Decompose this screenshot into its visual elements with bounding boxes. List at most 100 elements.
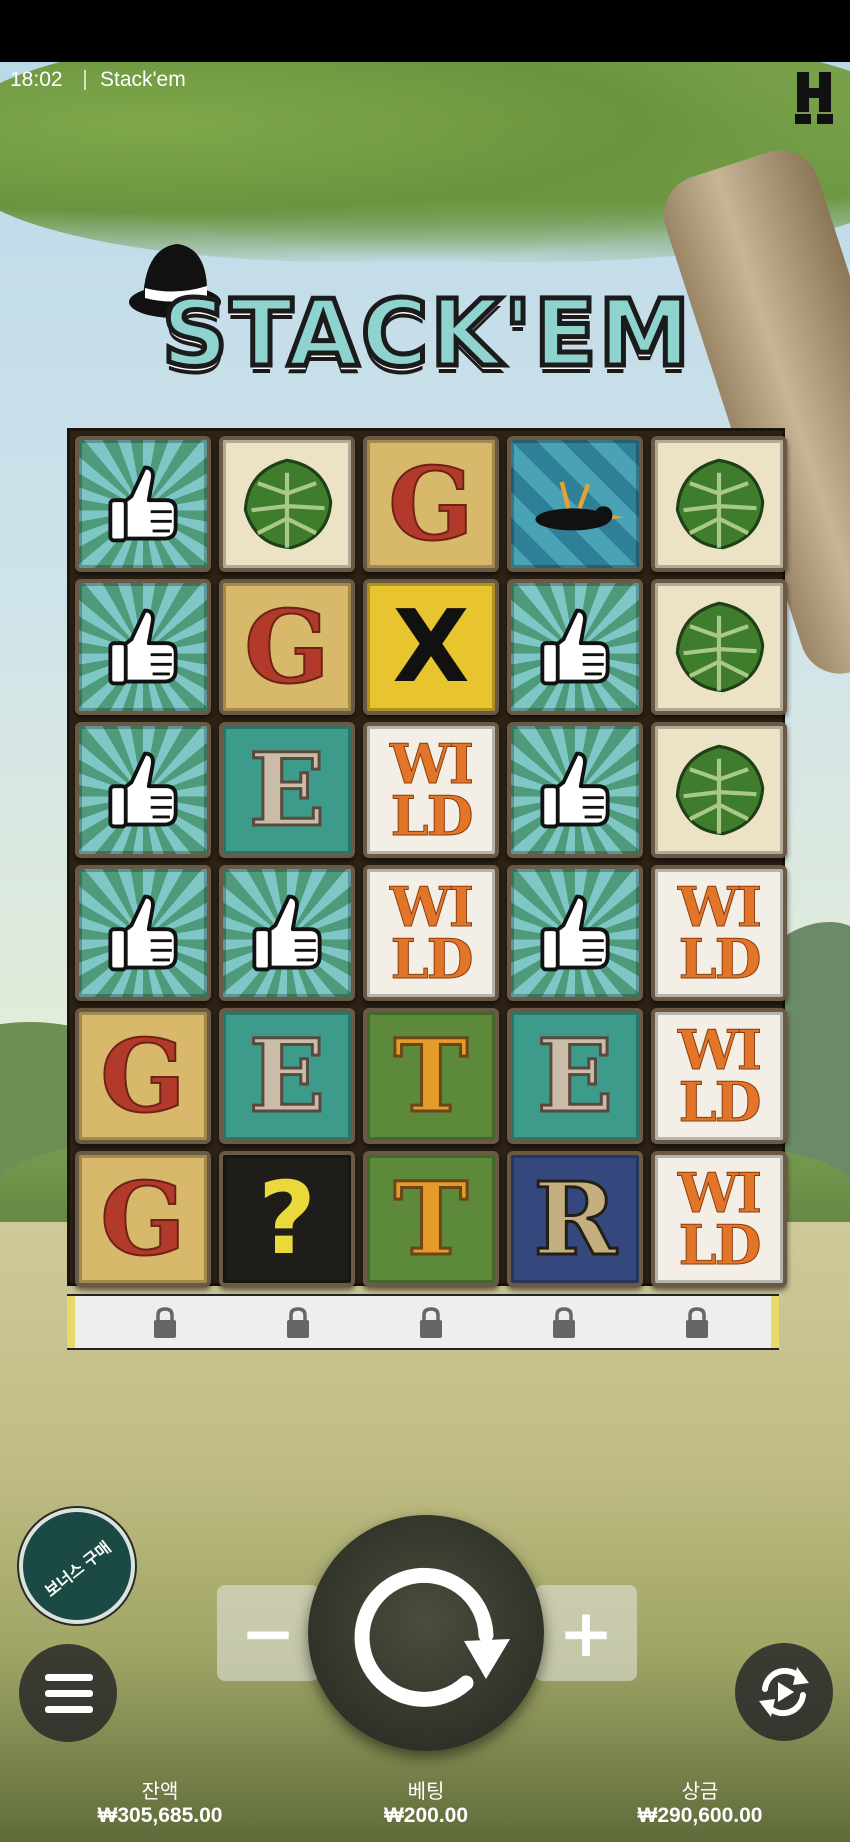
symbol-thumbs-up bbox=[75, 436, 211, 572]
bet-label: 베팅 bbox=[407, 1781, 445, 1803]
thumbs-up-icon bbox=[223, 869, 351, 997]
status-bar-background bbox=[0, 0, 850, 62]
symbol-letter-e: E bbox=[507, 1008, 643, 1144]
symbol-letter-e-art: E bbox=[223, 726, 351, 854]
symbol-letter-g-glyph: G bbox=[99, 1017, 186, 1135]
thumbs-up-icon bbox=[79, 583, 207, 711]
bonus-buy-button[interactable]: 보너스 구매 bbox=[19, 1508, 135, 1624]
symbol-letter-x-art: X bbox=[367, 583, 495, 711]
plus-icon: + bbox=[558, 1594, 614, 1672]
symbol-letter-g-glyph: G bbox=[99, 1160, 186, 1278]
wild-text: WI LD bbox=[678, 1018, 763, 1134]
increase-bet-button[interactable]: + bbox=[535, 1585, 637, 1681]
symbol-letter-e-art: E bbox=[511, 1012, 639, 1140]
symbol-letter-g-glyph: G bbox=[243, 588, 330, 706]
symbol-letter-g-art: G bbox=[79, 1012, 207, 1140]
symbol-letter-e-art: E bbox=[223, 1012, 351, 1140]
balance-label: 잔액 bbox=[141, 1781, 179, 1803]
game-title: Stack'em bbox=[100, 68, 186, 91]
logo-text: STACK'EM bbox=[159, 278, 693, 390]
symbol-thumbs-up bbox=[75, 722, 211, 858]
symbol-letter-g-glyph: G bbox=[387, 445, 474, 563]
spin-button[interactable] bbox=[308, 1515, 544, 1751]
symbol-leaf bbox=[651, 722, 787, 858]
symbol-letter-e: E bbox=[219, 722, 355, 858]
game-clock: 18:02 bbox=[10, 68, 63, 91]
symbol-wild-art: WI LD bbox=[367, 869, 495, 997]
thumbs-up-icon bbox=[511, 869, 639, 997]
locked-row-bar bbox=[67, 1296, 779, 1348]
decrease-bet-button[interactable]: − bbox=[217, 1585, 319, 1681]
symbol-leaf bbox=[219, 436, 355, 572]
symbol-letter-g: G bbox=[75, 1151, 211, 1287]
leaf-icon bbox=[655, 583, 783, 711]
symbol-letter-t: T bbox=[363, 1151, 499, 1287]
symbol-letter-t: T bbox=[363, 1008, 499, 1144]
symbol-letter-t-glyph: T bbox=[392, 1017, 469, 1135]
win-value: ₩290,600.00 bbox=[637, 1804, 763, 1827]
symbol-thumbs-up bbox=[219, 865, 355, 1001]
symbol-thumbs-up bbox=[75, 579, 211, 715]
autoplay-icon bbox=[759, 1667, 809, 1717]
bonus-buy-label: 보너스 구매 bbox=[42, 1539, 115, 1601]
game-logo: STACK'EM bbox=[122, 230, 732, 400]
leaf-icon bbox=[223, 440, 351, 568]
wild-text: WI LD bbox=[390, 732, 475, 848]
lock-icon bbox=[154, 1307, 176, 1338]
symbol-letter-g-art: G bbox=[367, 440, 495, 568]
wild-text: WI LD bbox=[678, 1161, 763, 1277]
autoplay-button[interactable] bbox=[735, 1643, 833, 1741]
bet-value: ₩200.00 bbox=[383, 1804, 469, 1827]
provider-logo-icon bbox=[795, 72, 833, 124]
leaf-icon bbox=[655, 440, 783, 568]
symbol-thumbs-up bbox=[507, 865, 643, 1001]
symbol-letter-g-art: G bbox=[79, 1155, 207, 1283]
spin-arrow-icon bbox=[354, 1567, 510, 1707]
lock-icon bbox=[553, 1307, 575, 1338]
symbol-leaf bbox=[651, 436, 787, 572]
symbol-letter-e-glyph: E bbox=[247, 731, 326, 849]
symbol-wild: WI LD bbox=[651, 1151, 787, 1287]
symbol-letter-e-glyph: E bbox=[535, 1017, 614, 1135]
thumbs-up-icon bbox=[79, 869, 207, 997]
symbol-thumbs-up bbox=[507, 579, 643, 715]
reel-grid: G G X E WI LD WI LD WI LD G E T E WI LD G? T R WI LD bbox=[67, 428, 787, 1287]
symbol-letter-r: R bbox=[507, 1151, 643, 1287]
balance-value: ₩305,685.00 bbox=[97, 1804, 223, 1827]
lock-icon bbox=[420, 1307, 442, 1338]
symbol-thumbs-up bbox=[507, 722, 643, 858]
symbol-letter-g: G bbox=[75, 1008, 211, 1144]
symbol-wild-art: WI LD bbox=[367, 726, 495, 854]
symbol-letter-x-glyph: X bbox=[392, 588, 470, 705]
thumbs-up-icon bbox=[511, 726, 639, 854]
wild-text: WI LD bbox=[678, 875, 763, 991]
symbol-wild: WI LD bbox=[651, 1008, 787, 1144]
symbol-wild-art: WI LD bbox=[655, 1155, 783, 1283]
symbol-leaf bbox=[651, 579, 787, 715]
lock-icon bbox=[686, 1307, 708, 1338]
symbol-mystery-glyph: ? bbox=[257, 1160, 316, 1277]
symbol-letter-g-art: G bbox=[223, 583, 351, 711]
symbol-wild-art: WI LD bbox=[655, 869, 783, 997]
symbol-bird bbox=[507, 436, 643, 572]
symbol-letter-r-art: R bbox=[511, 1155, 639, 1283]
thumbs-up-icon bbox=[511, 583, 639, 711]
symbol-wild: WI LD bbox=[651, 865, 787, 1001]
bird-icon bbox=[511, 440, 639, 568]
thumbs-up-icon bbox=[79, 726, 207, 854]
symbol-letter-e: E bbox=[219, 1008, 355, 1144]
symbol-wild: WI LD bbox=[363, 722, 499, 858]
title-divider bbox=[84, 70, 86, 90]
leaf-icon bbox=[655, 726, 783, 854]
symbol-letter-r-glyph: R bbox=[532, 1160, 618, 1278]
thumbs-up-icon bbox=[79, 440, 207, 568]
wild-text: WI LD bbox=[390, 875, 475, 991]
symbol-thumbs-up bbox=[75, 865, 211, 1001]
lock-icon bbox=[287, 1307, 309, 1338]
symbol-letter-x: X bbox=[363, 579, 499, 715]
symbol-letter-e-glyph: E bbox=[247, 1017, 326, 1135]
menu-button[interactable] bbox=[19, 1644, 117, 1742]
minus-icon: − bbox=[240, 1594, 296, 1672]
symbol-mystery: ? bbox=[219, 1151, 355, 1287]
symbol-letter-t-glyph: T bbox=[392, 1160, 469, 1278]
